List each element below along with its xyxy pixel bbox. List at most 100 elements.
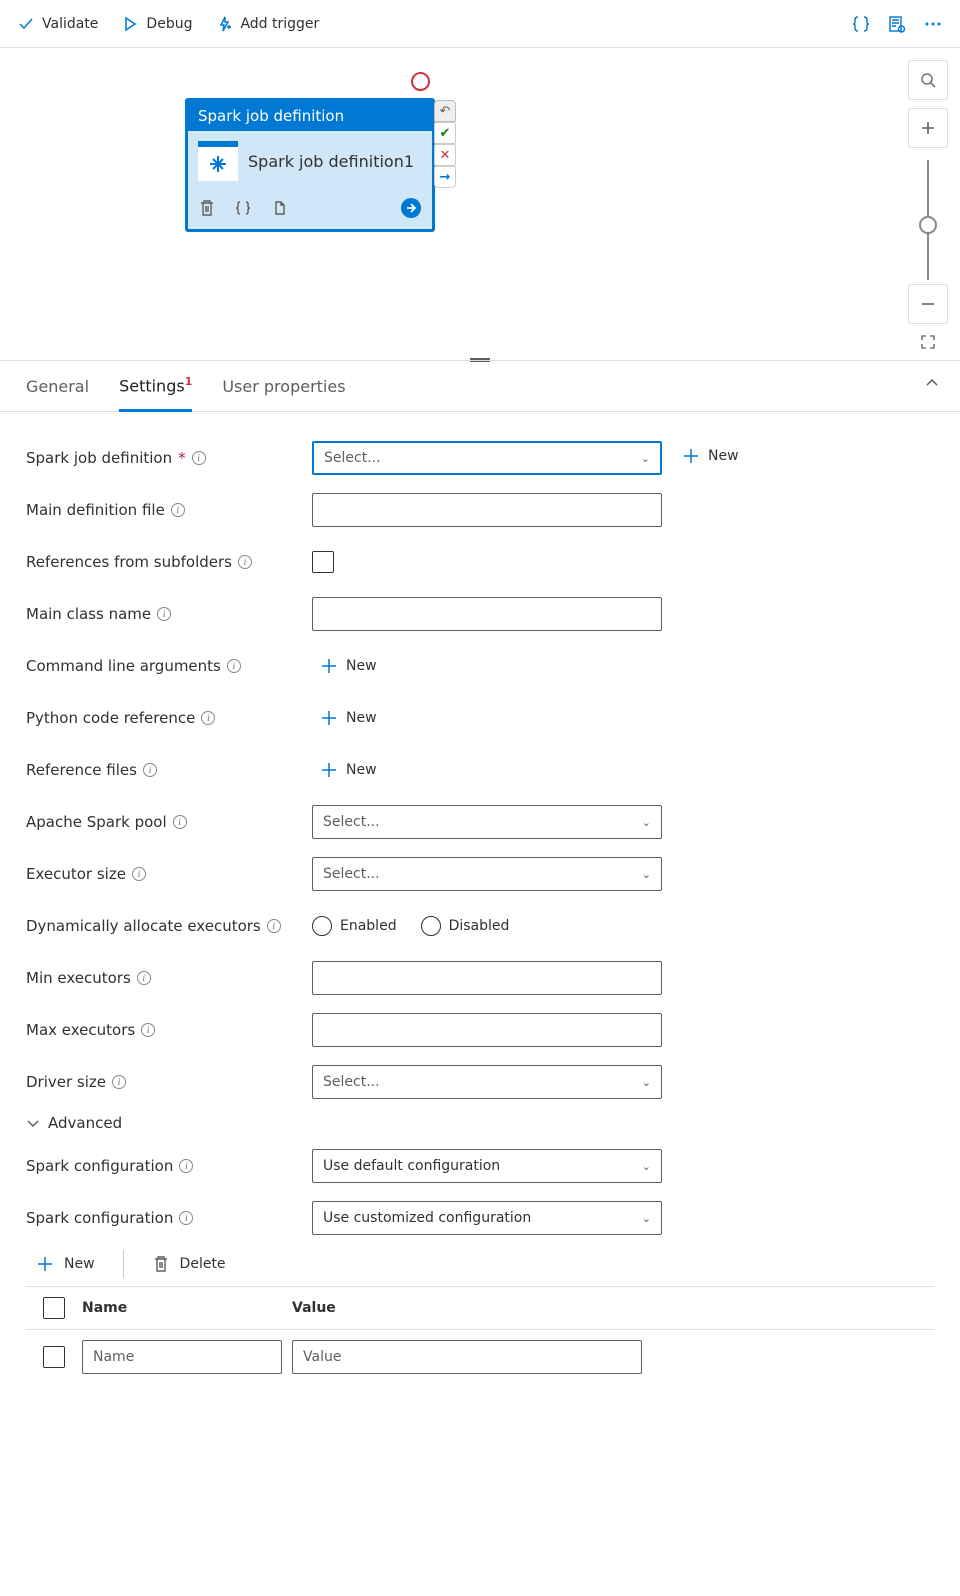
cmd-args-new-button[interactable]: New <box>320 657 377 675</box>
skip-action[interactable]: → <box>434 166 456 188</box>
braces-icon[interactable] <box>234 199 252 217</box>
max-exec-input[interactable] <box>312 1013 662 1047</box>
info-icon[interactable]: i <box>173 815 187 829</box>
info-icon[interactable]: i <box>132 867 146 881</box>
tab-settings[interactable]: Settings1 <box>119 361 192 412</box>
select-value: Use default configuration <box>323 1158 500 1174</box>
info-icon[interactable]: i <box>137 971 151 985</box>
info-icon[interactable]: i <box>192 451 206 465</box>
config-name-input[interactable] <box>82 1340 282 1374</box>
spark-job-def-select[interactable]: Select... ⌄ <box>312 441 662 475</box>
panel-tabs: General Settings1 User properties <box>0 360 960 412</box>
config-new-button[interactable]: New <box>36 1255 95 1273</box>
go-icon[interactable] <box>400 197 422 219</box>
enabled-label: Enabled <box>340 918 397 934</box>
info-icon[interactable]: i <box>267 919 281 933</box>
spark-config-label-1: Spark configuration <box>26 1157 173 1175</box>
spark-pool-select[interactable]: Select... ⌄ <box>312 805 662 839</box>
radio-enabled[interactable] <box>312 916 332 936</box>
info-icon[interactable]: i <box>143 763 157 777</box>
spark-config-label-2: Spark configuration <box>26 1209 173 1227</box>
info-icon[interactable]: i <box>141 1023 155 1037</box>
more-icon[interactable] <box>924 15 942 33</box>
debug-button[interactable]: Debug <box>122 16 192 32</box>
add-trigger-button[interactable]: Add trigger <box>216 16 319 32</box>
validate-label: Validate <box>42 16 98 32</box>
dyn-exec-enabled-option[interactable]: Enabled <box>312 916 397 936</box>
advanced-label: Advanced <box>48 1114 122 1132</box>
info-icon[interactable]: i <box>112 1075 126 1089</box>
refs-subfolders-checkbox[interactable] <box>312 551 334 573</box>
info-icon[interactable]: i <box>179 1159 193 1173</box>
tab-general[interactable]: General <box>26 363 89 410</box>
new-label: New <box>708 448 739 464</box>
info-icon[interactable]: i <box>179 1211 193 1225</box>
chevron-down-icon: ⌄ <box>642 816 651 829</box>
collapse-panel[interactable] <box>924 375 940 395</box>
zoom-in-tool[interactable] <box>908 108 948 148</box>
trash-icon[interactable] <box>198 199 216 217</box>
fullscreen-tool[interactable] <box>908 332 948 352</box>
node-error-indicator <box>411 72 430 91</box>
play-icon <box>122 16 138 32</box>
config-value-input[interactable] <box>292 1340 642 1374</box>
row-checkbox[interactable] <box>43 1346 65 1368</box>
new-label: New <box>346 710 377 726</box>
info-icon[interactable]: i <box>201 711 215 725</box>
executor-size-select[interactable]: Select... ⌄ <box>312 857 662 891</box>
chevron-down-icon: ⌄ <box>642 1076 651 1089</box>
zoom-thumb[interactable] <box>919 216 937 234</box>
spark-config-default-select[interactable]: Use default configuration ⌄ <box>312 1149 662 1183</box>
node-footer <box>188 191 432 229</box>
select-placeholder: Select... <box>323 1074 380 1090</box>
node-body: Spark job definition1 <box>188 131 432 191</box>
info-icon[interactable]: i <box>157 607 171 621</box>
new-spark-job-button[interactable]: New <box>682 447 739 465</box>
main-class-input[interactable] <box>312 597 662 631</box>
tab-user-properties[interactable]: User properties <box>222 363 345 410</box>
info-icon[interactable]: i <box>238 555 252 569</box>
spark-config-custom-select[interactable]: Use customized configuration ⌄ <box>312 1201 662 1235</box>
zoom-slider[interactable] <box>927 160 929 280</box>
max-exec-label: Max executors <box>26 1021 135 1039</box>
search-tool[interactable] <box>908 60 948 100</box>
python-ref-new-button[interactable]: New <box>320 709 377 727</box>
copy-icon[interactable] <box>270 199 288 217</box>
main-def-file-input[interactable] <box>312 493 662 527</box>
ref-files-label: Reference files <box>26 761 137 779</box>
chevron-down-icon: ⌄ <box>642 1212 651 1225</box>
cmd-args-label: Command line arguments <box>26 657 221 675</box>
radio-disabled[interactable] <box>421 916 441 936</box>
new-label: New <box>346 658 377 674</box>
braces-icon[interactable] <box>852 15 870 33</box>
canvas[interactable]: Spark job definition Spark job definitio… <box>0 48 960 360</box>
ref-files-new-button[interactable]: New <box>320 761 377 779</box>
canvas-tools <box>908 60 948 360</box>
node-header: Spark job definition <box>188 101 432 131</box>
executor-size-label: Executor size <box>26 865 126 883</box>
doc-gear-icon[interactable] <box>888 15 906 33</box>
undo-action[interactable]: ↶ <box>434 100 456 122</box>
config-toolbar: New Delete <box>36 1250 934 1278</box>
pipeline-node[interactable]: Spark job definition Spark job definitio… <box>185 98 435 232</box>
zoom-out-tool[interactable] <box>908 284 948 324</box>
min-exec-input[interactable] <box>312 961 662 995</box>
toolbar-right <box>852 15 942 33</box>
advanced-section-toggle[interactable]: Advanced <box>26 1114 934 1132</box>
driver-size-select[interactable]: Select... ⌄ <box>312 1065 662 1099</box>
dyn-exec-disabled-option[interactable]: Disabled <box>421 916 510 936</box>
success-action[interactable]: ✔ <box>434 122 456 144</box>
spark-pool-label: Apache Spark pool <box>26 813 167 831</box>
config-table-row <box>26 1330 934 1384</box>
info-icon[interactable]: i <box>171 503 185 517</box>
select-all-checkbox[interactable] <box>43 1297 65 1319</box>
config-delete-label: Delete <box>180 1256 226 1272</box>
python-ref-label: Python code reference <box>26 709 195 727</box>
info-icon[interactable]: i <box>227 659 241 673</box>
col-value-header: Value <box>292 1300 652 1316</box>
validate-button[interactable]: Validate <box>18 16 98 32</box>
trigger-icon <box>216 16 232 32</box>
chevron-down-icon: ⌄ <box>642 1160 651 1173</box>
config-delete-button[interactable]: Delete <box>152 1255 226 1273</box>
fail-action[interactable]: ✕ <box>434 144 456 166</box>
